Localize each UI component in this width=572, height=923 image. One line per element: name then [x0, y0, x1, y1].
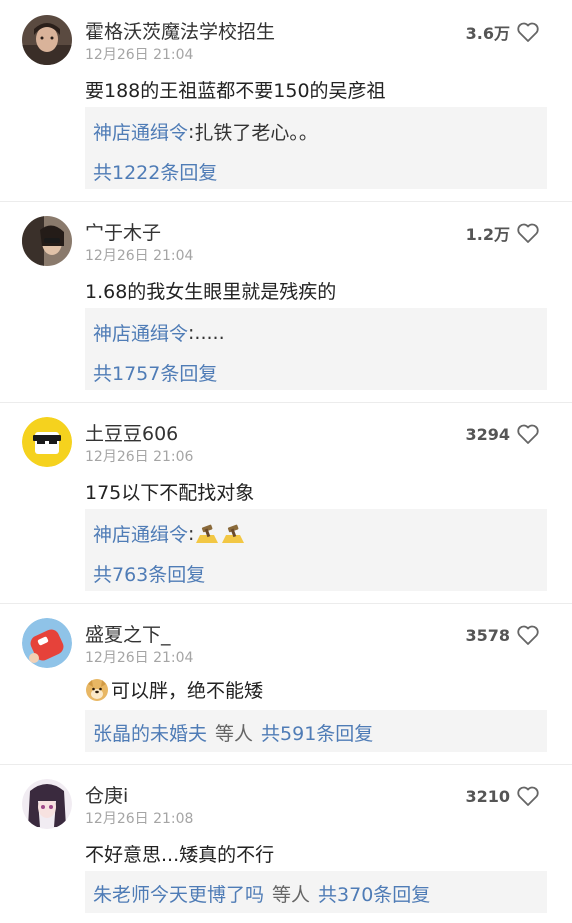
avatar[interactable] [22, 216, 72, 266]
like-count: 3294 [465, 424, 510, 444]
reply-count-link[interactable]: 共370条回复 [318, 880, 430, 907]
username[interactable]: 霍格沃茨魔法学校招生 [85, 17, 275, 44]
heart-outline-icon [517, 22, 539, 42]
reply-count-link[interactable]: 共591条回复 [261, 719, 373, 746]
username[interactable]: 仓庚i [85, 781, 128, 808]
reply-preview[interactable]: 张晶的未婚夫 等人 共591条回复 [85, 710, 547, 752]
comment-text: 要188的王祖蓝都不要150的吴彦祖 [85, 80, 386, 102]
comment-text-body: 可以胖，绝不能矮 [111, 680, 264, 702]
like-button[interactable]: 3.6万 [466, 20, 540, 44]
comment-text: 1.68的我女生眼里就是残疾的 [85, 281, 337, 303]
reply-count-link[interactable]: 共1222条回复 [93, 158, 217, 185]
gavel-emoji [196, 524, 219, 543]
comment-text: 175以下不配找对象 [85, 482, 255, 504]
comment-item: 仓庚i 12月26日 21:08 3210 不好意思...矮真的不行 朱老师今天… [0, 764, 572, 923]
comment-item: 宀于木子 12月26日 21:04 1.2万 1.68的我女生眼里就是残疾的 神… [0, 201, 572, 403]
like-count: 3.6万 [465, 24, 510, 43]
comment-text: 可以胖，绝不能矮 [85, 676, 263, 703]
reply-author[interactable]: 神店通缉令 [93, 520, 188, 547]
heart-outline-icon [517, 424, 539, 444]
username[interactable]: 宀于木子 [85, 218, 161, 245]
username[interactable]: 盛夏之下_ [85, 620, 171, 647]
reply-count-link[interactable]: 共763条回复 [93, 560, 205, 587]
avatar[interactable] [22, 15, 72, 65]
gavel-emoji [222, 524, 245, 543]
heart-outline-icon [517, 223, 539, 243]
comment-item: 盛夏之下_ 12月26日 21:04 3578 可以胖，绝不能矮 张晶的未婚夫 … [0, 603, 572, 765]
like-count: 3210 [465, 786, 510, 806]
heart-outline-icon [517, 625, 539, 645]
comment-item: 土豆豆606 12月26日 21:06 3294 175以下不配找对象 神店通缉… [0, 402, 572, 604]
reply-others: 等人 [215, 723, 254, 745]
timestamp: 12月26日 21:04 [85, 650, 194, 666]
avatar[interactable] [22, 417, 72, 467]
reply-text: 扎铁了老心。。 [194, 122, 318, 144]
comment-item: 霍格沃茨魔法学校招生 12月26日 21:04 3.6万 要188的王祖蓝都不要… [0, 0, 572, 202]
reply-preview[interactable]: 朱老师今天更博了吗 等人 共370条回复 [85, 871, 547, 913]
reply-author[interactable]: 张晶的未婚夫 [93, 719, 207, 746]
reply-preview[interactable]: 神店通缉令 : ..... 共1757条回复 [85, 308, 547, 390]
reply-author[interactable]: 朱老师今天更博了吗 [93, 880, 264, 907]
avatar[interactable] [22, 618, 72, 668]
timestamp: 12月26日 21:08 [85, 811, 194, 827]
like-count: 1.2万 [465, 225, 510, 244]
reply-text: ..... [194, 321, 225, 344]
reply-preview[interactable]: 神店通缉令 : 扎铁了老心。。 共1222条回复 [85, 107, 547, 189]
reply-count-link[interactable]: 共1757条回复 [93, 359, 217, 386]
doge-emoji [86, 678, 108, 701]
reply-preview[interactable]: 神店通缉令 : 共763条回复 [85, 509, 547, 591]
reply-others: 等人 [272, 884, 311, 906]
timestamp: 12月26日 21:06 [85, 449, 194, 465]
timestamp: 12月26日 21:04 [85, 248, 194, 264]
reply-author[interactable]: 神店通缉令 [93, 118, 188, 145]
comment-text: 不好意思...矮真的不行 [85, 844, 275, 866]
like-button[interactable]: 3210 [465, 784, 540, 808]
timestamp: 12月26日 21:04 [85, 47, 194, 63]
heart-outline-icon [517, 786, 539, 806]
username[interactable]: 土豆豆606 [85, 419, 178, 446]
like-button[interactable]: 1.2万 [466, 221, 540, 245]
reply-author[interactable]: 神店通缉令 [93, 319, 188, 346]
like-button[interactable]: 3294 [465, 422, 540, 446]
like-count: 3578 [465, 625, 510, 645]
avatar[interactable] [22, 779, 72, 829]
like-button[interactable]: 3578 [465, 623, 540, 647]
